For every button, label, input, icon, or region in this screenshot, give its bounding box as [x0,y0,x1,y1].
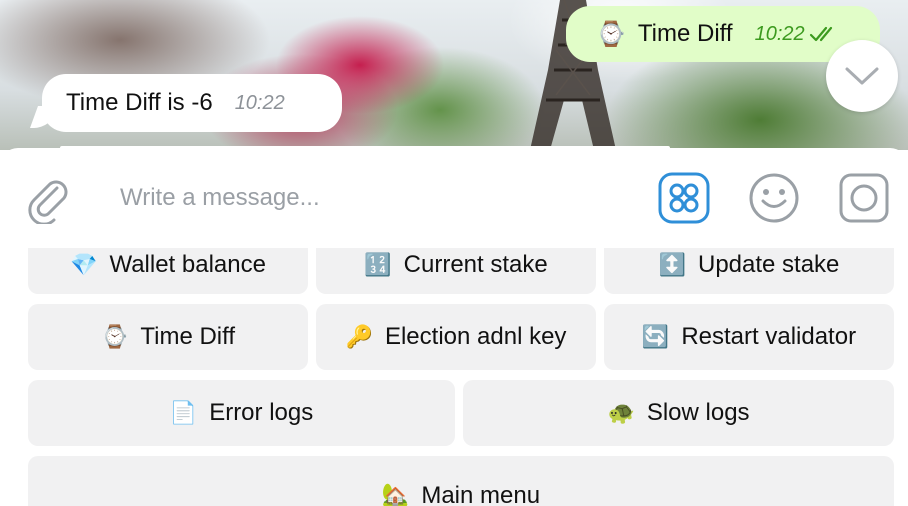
paperclip-icon[interactable] [24,174,74,224]
button-label: Election adnl key [384,323,567,350]
incoming-message-text: Time Diff is -6 [66,89,213,116]
incoming-message-bubble[interactable]: Time Diff is -6 10:22 [42,74,342,132]
camera-icon[interactable] [838,172,890,224]
current-stake-button[interactable]: 🔢 Current stake [316,248,596,294]
double-check-icon [809,26,832,42]
chat-area: ⌚ Time Diff 10:22 Time Diff is -6 10:22 [0,0,908,150]
numbers-icon: 🔢 [364,252,392,277]
wallet-balance-button[interactable]: 💎 Wallet balance [28,248,308,294]
button-label: Time Diff [140,323,236,350]
gem-icon: 💎 [70,252,98,277]
reply-preview-edge [60,146,670,150]
chevron-down-icon [845,67,879,85]
button-label: Main menu [421,482,541,506]
button-label: Update stake [697,251,840,278]
outgoing-message-time: 10:22 [754,22,805,45]
button-label: Slow logs [646,399,750,426]
house-icon: 🏡 [381,482,410,506]
up-down-arrow-icon: ↕️ [658,252,686,277]
smiley-icon[interactable] [748,172,800,224]
key-icon: 🔑 [345,324,373,349]
message-composer [0,146,908,250]
watch-emoji-icon: ⌚ [596,20,626,48]
bot-reply-keyboard: 💎 Wallet balance 🔢 Current stake ↕️ Upda… [0,248,908,506]
button-label: Error logs [209,399,314,426]
button-label: Current stake [403,251,548,278]
main-menu-button[interactable]: 🏡 Main menu [28,456,894,506]
button-label: Restart validator [681,323,857,350]
document-icon: 📄 [169,400,198,425]
time-diff-button[interactable]: ⌚ Time Diff [28,304,308,370]
turtle-icon: 🐢 [607,400,635,425]
scroll-to-bottom-button[interactable] [826,40,898,112]
error-logs-button[interactable]: 📄 Error logs [28,380,455,446]
outgoing-message-text: Time Diff [637,20,733,47]
restart-validator-button[interactable]: 🔄 Restart validator [604,304,894,370]
bot-keyboard-icon[interactable] [658,172,710,224]
refresh-icon: 🔄 [641,324,670,349]
button-label: Wallet balance [109,251,266,278]
message-input[interactable] [120,178,620,218]
watch-icon: ⌚ [100,324,129,349]
incoming-message-time: 10:22 [234,91,285,114]
slow-logs-button[interactable]: 🐢 Slow logs [463,380,894,446]
update-stake-button[interactable]: ↕️ Update stake [604,248,894,294]
election-adnl-key-button[interactable]: 🔑 Election adnl key [316,304,596,370]
